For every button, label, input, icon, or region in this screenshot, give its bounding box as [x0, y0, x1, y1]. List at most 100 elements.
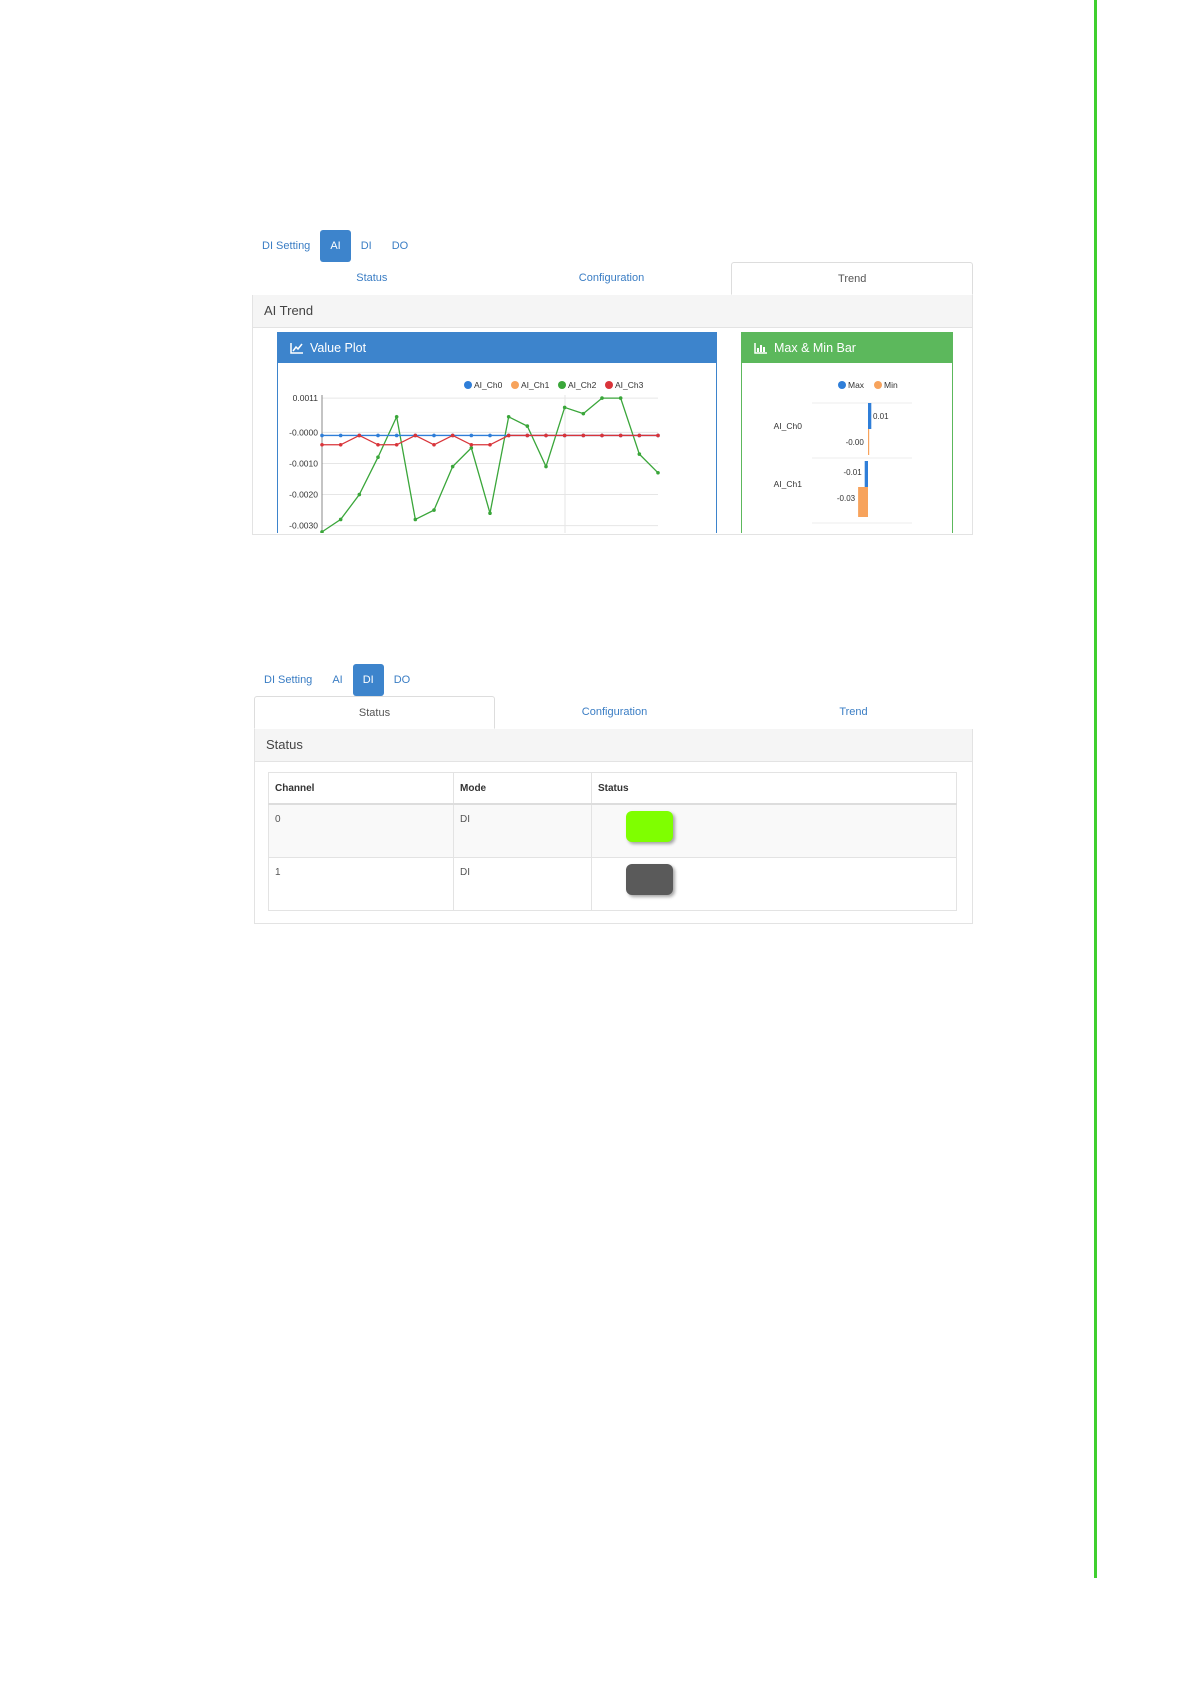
data-point — [525, 424, 530, 428]
y-tick-label: -0.0010 — [289, 458, 318, 468]
data-point — [469, 433, 474, 438]
y-tick-label: -0.0000 — [289, 427, 318, 437]
data-point — [525, 433, 530, 438]
ai-trend-panel: AI Trend Value Plot 0.0011 -0.0000 -0.0010… — [252, 295, 973, 535]
y-tick-label: -0.0020 — [289, 490, 318, 500]
data-point — [656, 470, 660, 475]
data-point — [488, 433, 492, 438]
data-point — [562, 405, 567, 410]
legend-marker — [558, 381, 566, 389]
legend-label: AI_Ch3 — [615, 380, 644, 390]
data-point — [488, 442, 492, 447]
data-point — [394, 414, 399, 419]
line-chart-icon — [290, 343, 303, 354]
max-min-bar-title: Max & Min Bar — [774, 341, 856, 355]
data-point — [544, 464, 548, 469]
bar — [864, 461, 868, 487]
data-point — [469, 442, 474, 447]
data-point — [506, 414, 511, 419]
status-led-on — [626, 811, 673, 842]
category-label: AI_Ch0 — [774, 421, 803, 431]
data-point — [376, 433, 380, 438]
data-point — [581, 411, 586, 416]
legend-marker — [464, 381, 472, 389]
legend-label: AI_Ch0 — [474, 380, 503, 390]
panel-title: AI Trend — [253, 295, 972, 328]
legend-label: AI_Ch1 — [521, 380, 550, 390]
tab-trend[interactable]: Trend — [731, 262, 973, 295]
sub-tabs: Status Configuration Trend — [252, 262, 973, 296]
tab-status[interactable]: Status — [254, 696, 495, 729]
max-min-bar-card: Max & Min Bar AI_Ch0 AI_Ch1 0.01 -0.00 -0.01… — [741, 332, 953, 533]
tab-configuration[interactable]: Configuration — [492, 262, 732, 295]
data-point — [637, 433, 642, 438]
di-status-screenshot: DI Setting AI DI DO Status Configuration… — [254, 659, 973, 924]
top-pill-nav: DI Setting AI DI DO — [254, 664, 420, 696]
status-led-off — [626, 864, 673, 895]
header-channel: Channel — [268, 772, 454, 805]
pill-di-setting[interactable]: DI Setting — [252, 230, 320, 262]
bar-label: 0.01 — [873, 412, 889, 421]
data-point — [600, 433, 604, 438]
cell-status — [591, 803, 957, 858]
table-header-row: Channel Mode Status — [268, 772, 957, 805]
value-plot-header: Value Plot — [278, 333, 716, 363]
sub-tabs: Status Configuration Trend — [254, 696, 973, 730]
data-point — [320, 442, 324, 447]
value-plot-chart: 0.0011-0.0000-0.0010-0.0020-0.0030-0.004… — [289, 380, 660, 533]
cell-channel: 1 — [268, 857, 454, 911]
data-point — [376, 442, 380, 447]
value-plot-title: Value Plot — [310, 341, 367, 355]
cell-mode: DI — [453, 803, 592, 858]
legend-label: AI_Ch2 — [568, 380, 597, 390]
data-point — [618, 433, 623, 438]
page-edge-rule — [1094, 0, 1097, 1578]
data-point — [432, 508, 436, 512]
tab-configuration[interactable]: Configuration — [495, 696, 734, 729]
data-point — [338, 442, 343, 447]
pill-do[interactable]: DO — [382, 230, 419, 262]
legend-marker — [838, 381, 846, 389]
legend-marker — [605, 381, 613, 389]
legend-label: Min — [884, 380, 898, 390]
data-point — [544, 433, 548, 438]
legend-label: Max — [848, 380, 865, 390]
di-status-panel: Status Channel Mode Status 0 DI 1 DI — [254, 729, 973, 924]
data-point — [376, 455, 380, 460]
data-point — [357, 433, 362, 438]
table-row: 0 DI — [268, 803, 957, 858]
tab-trend[interactable]: Trend — [734, 696, 973, 729]
bar-chart-icon — [754, 343, 767, 354]
bar-label: -0.00 — [846, 438, 865, 447]
data-point — [450, 433, 455, 438]
data-point — [432, 442, 436, 447]
data-point — [637, 452, 642, 456]
pill-di[interactable]: DI — [352, 664, 384, 696]
data-point — [506, 433, 511, 438]
value-plot-card: Value Plot 0.0011 -0.0000 -0.0010 -0.0020 -0… — [277, 332, 717, 533]
tab-status[interactable]: Status — [252, 262, 492, 295]
data-point — [357, 492, 362, 497]
max-min-bar-chart: AI_Ch0 AI_Ch1 0.01 -0.00 -0.01 -0.03 Max Min — [774, 380, 912, 524]
pill-do[interactable]: DO — [384, 664, 421, 696]
pill-di-setting[interactable]: DI Setting — [254, 664, 322, 696]
header-status: Status — [591, 772, 957, 805]
legend-marker — [874, 381, 882, 389]
pill-di[interactable]: DI — [351, 230, 382, 262]
cell-channel: 0 — [268, 803, 454, 858]
cell-status — [591, 857, 957, 911]
bar — [858, 487, 868, 517]
data-point — [488, 511, 492, 516]
max-min-bar-header: Max & Min Bar — [742, 333, 952, 363]
y-tick-label: 0.0011 — [293, 393, 319, 403]
top-pill-nav: DI Setting AI DI DO — [252, 230, 418, 262]
y-tick-label: -0.0030 — [289, 521, 318, 531]
panel-title: Status — [255, 729, 972, 762]
bar-label: -0.03 — [837, 494, 856, 503]
pill-ai[interactable]: AI — [322, 664, 352, 696]
data-point — [338, 517, 343, 522]
data-point — [320, 433, 324, 438]
category-label: AI_Ch1 — [774, 479, 803, 489]
cell-mode: DI — [453, 857, 592, 911]
pill-ai[interactable]: AI — [320, 230, 351, 262]
